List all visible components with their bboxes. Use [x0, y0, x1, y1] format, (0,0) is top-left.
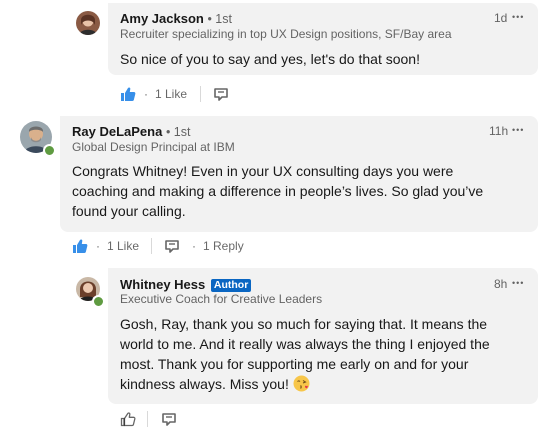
commenter-name-amy-jackson[interactable]: Amy Jackson • 1st	[120, 11, 232, 26]
comment-actions-whitney-hess	[120, 411, 190, 427]
commenter-name-label[interactable]: Ray DeLaPena	[72, 124, 162, 139]
comment-bubble-whitney-hess: Whitney Hess Author Executive Coach for …	[108, 268, 538, 404]
like-filled-icon[interactable]	[72, 238, 88, 257]
more-options-icon[interactable]: •••	[512, 10, 524, 24]
commenter-name-label[interactable]: Amy Jackson	[120, 11, 204, 26]
comment-text-line: coaching and making a difference in peop…	[72, 183, 484, 199]
avatar-amy-jackson[interactable]	[76, 11, 100, 35]
comment-bubble-amy-jackson: Amy Jackson • 1st Recruiter specializing…	[108, 3, 538, 75]
commenter-headline: Recruiter specializing in top UX Design …	[120, 27, 452, 41]
comment-timestamp: 11h	[489, 124, 509, 138]
comment-text: Congrats Whitney! Even in your UX consul…	[72, 161, 532, 221]
comment-text-line: Gosh, Ray, thank you so much for saying …	[120, 316, 488, 332]
more-options-icon[interactable]: •••	[512, 123, 524, 137]
like-count[interactable]: 1 Like	[155, 86, 187, 102]
separator-dot: ·	[192, 239, 196, 253]
reply-icon[interactable]	[164, 238, 180, 257]
reply-icon[interactable]	[161, 411, 177, 430]
comment-text: So nice of you to say and yes, let's do …	[120, 51, 420, 67]
comment-text-line: world to me. And it really was always th…	[120, 336, 490, 352]
connection-degree: • 1st	[207, 12, 232, 26]
comment-text-line: Congrats Whitney! Even in your UX consul…	[72, 163, 454, 179]
reply-count[interactable]: 1 Reply	[203, 238, 244, 254]
like-outline-icon[interactable]	[120, 411, 136, 430]
comment-actions-amy-jackson: · 1 Like	[120, 86, 240, 102]
comment-timestamp: 1d	[494, 11, 508, 25]
connection-degree: • 1st	[165, 125, 191, 139]
comment-actions-ray-delapena: · 1 Like · 1 Reply	[72, 238, 262, 254]
like-count[interactable]: 1 Like	[107, 238, 139, 254]
action-divider	[200, 86, 201, 102]
action-divider	[147, 411, 148, 427]
separator-dot: ·	[144, 87, 148, 101]
like-filled-icon[interactable]	[120, 86, 136, 105]
comment-bubble-ray-delapena: Ray DeLaPena • 1st Global Design Princip…	[60, 116, 538, 232]
comment-text-line: found your calling.	[72, 203, 186, 219]
comment-text-line: most. Thank you for supporting me early …	[120, 356, 469, 372]
commenter-name-ray-delapena[interactable]: Ray DeLaPena • 1st	[72, 124, 190, 139]
online-status-indicator	[43, 144, 56, 157]
author-badge: Author	[210, 279, 252, 292]
commenter-name-label[interactable]: Whitney Hess	[120, 277, 205, 292]
comment-text: Gosh, Ray, thank you so much for saying …	[120, 314, 530, 394]
comment-text-line: kindness always. Miss you!	[120, 376, 289, 392]
commenter-headline: Global Design Principal at IBM	[72, 140, 235, 154]
face-blowing-kiss-emoji	[293, 375, 310, 392]
online-status-indicator	[92, 295, 105, 308]
commenter-name-whitney-hess[interactable]: Whitney Hess Author	[120, 277, 252, 292]
separator-dot: ·	[96, 239, 100, 253]
action-divider	[151, 238, 152, 254]
commenter-headline: Executive Coach for Creative Leaders	[120, 292, 323, 306]
comment-timestamp: 8h	[494, 277, 508, 291]
more-options-icon[interactable]: •••	[512, 276, 524, 290]
reply-icon[interactable]	[213, 86, 229, 105]
comment-text-line-last: kindness always. Miss you!	[120, 374, 530, 394]
